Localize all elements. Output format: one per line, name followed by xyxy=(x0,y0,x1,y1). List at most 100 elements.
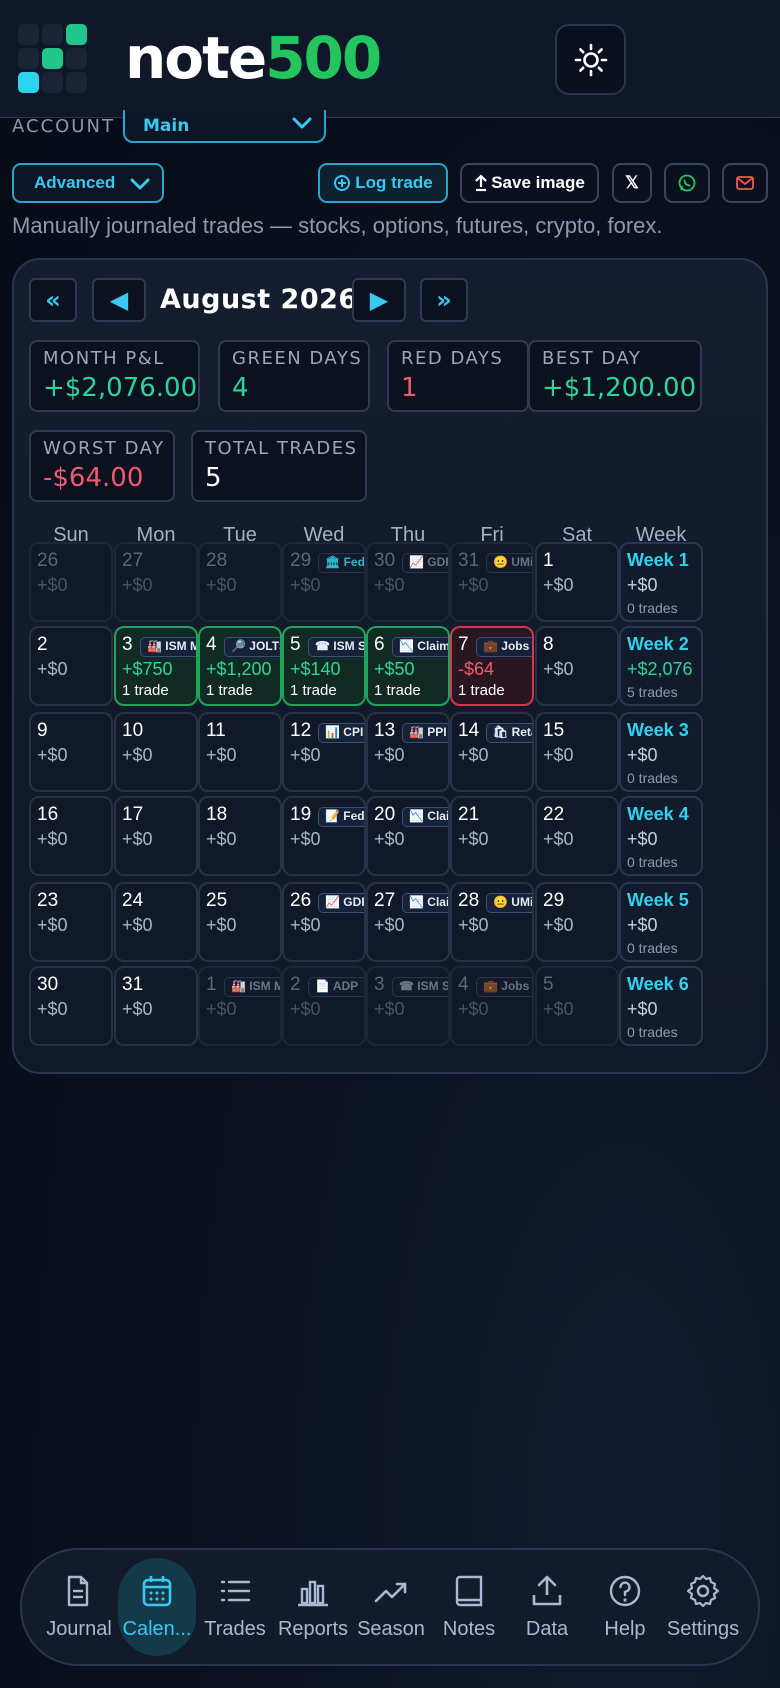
event-badge: 💼 Jobs xyxy=(476,977,532,997)
week-pnl: +$0 xyxy=(627,915,658,935)
day-cell[interactable]: 1 🏭 ISM M +$0 xyxy=(198,966,282,1046)
account-select[interactable]: Main xyxy=(123,110,326,143)
day-pnl: +$0 xyxy=(122,575,153,595)
day-cell[interactable]: 5 +$0 xyxy=(535,966,619,1046)
share-whatsapp-button[interactable] xyxy=(664,163,710,203)
day-cell[interactable]: 23 +$0 xyxy=(29,882,113,962)
theme-toggle-button[interactable] xyxy=(555,24,626,95)
day-cell[interactable]: 14 🛍 Retail+$0 xyxy=(450,712,534,792)
week-summary-cell[interactable]: Week 6 +$0 0 trades xyxy=(619,966,703,1046)
nav-item-season[interactable]: Season xyxy=(352,1558,430,1656)
event-badge: ☎ ISM Sv xyxy=(308,637,364,657)
week-summary-cell[interactable]: Week 2 +$2,076 5 trades xyxy=(619,626,703,706)
day-cell[interactable]: 3 ☎ ISM Sv+$0 xyxy=(366,966,450,1046)
day-cell[interactable]: 8 +$0 xyxy=(535,626,619,706)
day-cell[interactable]: 12 📊 CPI +$0 xyxy=(282,712,366,792)
week-summary-cell[interactable]: Week 4 +$0 0 trades xyxy=(619,796,703,876)
day-number: 19 xyxy=(290,804,312,825)
day-cell[interactable]: 31 +$0 xyxy=(114,966,198,1046)
brand-name-part2: 500 xyxy=(265,24,382,92)
prev-year-button[interactable]: « xyxy=(29,278,77,322)
book-icon xyxy=(451,1572,487,1610)
day-cell[interactable]: 17 +$0 xyxy=(114,796,198,876)
week-summary-cell[interactable]: Week 5 +$0 0 trades xyxy=(619,882,703,962)
day-cell[interactable]: 26 📈 GDP +$0 xyxy=(282,882,366,962)
nav-item-trades[interactable]: Trades xyxy=(196,1558,274,1656)
day-cell[interactable]: 11 +$0 xyxy=(198,712,282,792)
day-number: 24 xyxy=(122,890,144,911)
day-pnl: +$0 xyxy=(290,915,321,935)
day-cell[interactable]: 13 🏭 PPI +$0 xyxy=(366,712,450,792)
day-cell[interactable]: 4 🔎 JOLTS +$1,200 1 trade xyxy=(198,626,282,706)
day-pnl: +$0 xyxy=(37,745,68,765)
prev-month-button[interactable]: ◀ xyxy=(92,278,146,322)
day-cell[interactable]: 24 +$0 xyxy=(114,882,198,962)
day-pnl: +$0 xyxy=(374,999,405,1019)
mail-icon xyxy=(736,176,754,190)
day-cell[interactable]: 29 🏛 Fed +$0 xyxy=(282,542,366,622)
day-cell[interactable]: 19 📝 Fed +$0 xyxy=(282,796,366,876)
week-summary-cell[interactable]: Week 1 +$0 0 trades xyxy=(619,542,703,622)
nav-item-help[interactable]: Help xyxy=(586,1558,664,1656)
mode-select[interactable]: Advanced xyxy=(12,163,164,203)
day-cell[interactable]: 31 😐 UMi +$0 xyxy=(450,542,534,622)
day-cell[interactable]: 27 📉 Clai +$0 xyxy=(366,882,450,962)
chevron-down-icon xyxy=(292,117,312,129)
trend-icon xyxy=(373,1572,409,1610)
nav-item-label: Season xyxy=(357,1618,425,1640)
day-cell[interactable]: 29 +$0 xyxy=(535,882,619,962)
day-cell[interactable]: 27 +$0 xyxy=(114,542,198,622)
day-cell[interactable]: 10 +$0 xyxy=(114,712,198,792)
event-badge: 🏛 Fed xyxy=(318,553,364,573)
day-cell[interactable]: 15 +$0 xyxy=(535,712,619,792)
day-cell[interactable]: 5 ☎ ISM Sv+$140 1 trade xyxy=(282,626,366,706)
share-email-button[interactable] xyxy=(722,163,768,203)
day-cell[interactable]: 2 +$0 xyxy=(29,626,113,706)
day-cell[interactable]: 28 😐 UMi +$0 xyxy=(450,882,534,962)
day-cell[interactable]: 2 📄 ADP +$0 xyxy=(282,966,366,1046)
week-summary-cell[interactable]: Week 3 +$0 0 trades xyxy=(619,712,703,792)
day-cell[interactable]: 4 💼 Jobs +$0 xyxy=(450,966,534,1046)
day-cell[interactable]: 25 +$0 xyxy=(198,882,282,962)
day-cell[interactable]: 1 +$0 xyxy=(535,542,619,622)
day-cell[interactable]: 20 📉 Clai +$0 xyxy=(366,796,450,876)
gear-icon xyxy=(685,1572,721,1610)
share-x-button[interactable]: 𝕏 xyxy=(612,163,652,203)
save-image-button[interactable]: Save image xyxy=(460,163,599,203)
day-pnl: +$0 xyxy=(458,829,489,849)
nav-item-data[interactable]: Data xyxy=(508,1558,586,1656)
day-pnl: +$0 xyxy=(37,575,68,595)
day-number: 27 xyxy=(122,550,144,571)
nav-item-settings[interactable]: Settings xyxy=(664,1558,742,1656)
day-cell[interactable]: 22 +$0 xyxy=(535,796,619,876)
week-label: Week 6 xyxy=(627,974,689,994)
day-cell[interactable]: 21 +$0 xyxy=(450,796,534,876)
log-trade-button[interactable]: Log trade xyxy=(318,163,448,203)
stat-green-days: GREEN DAYS 4 xyxy=(218,340,370,412)
day-cell[interactable]: 9 +$0 xyxy=(29,712,113,792)
day-pnl: +$0 xyxy=(458,575,489,595)
nav-item-journal[interactable]: Journal xyxy=(40,1558,118,1656)
day-cell[interactable]: 16 +$0 xyxy=(29,796,113,876)
day-number: 28 xyxy=(458,890,480,911)
logo-icon xyxy=(18,24,90,96)
next-month-button[interactable]: ▶ xyxy=(352,278,406,322)
nav-item-reports[interactable]: Reports xyxy=(274,1558,352,1656)
stat-label: TOTAL TRADES xyxy=(205,438,358,459)
day-cell[interactable]: 28 +$0 xyxy=(198,542,282,622)
day-cell[interactable]: 7 💼 Jobs -$64 1 trade xyxy=(450,626,534,706)
day-cell[interactable]: 18 +$0 xyxy=(198,796,282,876)
day-cell[interactable]: 3 🏭 ISM M +$750 1 trade xyxy=(114,626,198,706)
day-cell[interactable]: 6 📉 Claims+$50 1 trade xyxy=(366,626,450,706)
next-year-button[interactable]: » xyxy=(420,278,468,322)
nav-item-notes[interactable]: Notes xyxy=(430,1558,508,1656)
day-cell[interactable]: 30 +$0 xyxy=(29,966,113,1046)
day-cell[interactable]: 30 📈 GDP +$0 xyxy=(366,542,450,622)
day-number: 15 xyxy=(543,720,565,741)
event-badge: 😐 UMi xyxy=(486,893,532,913)
day-number: 20 xyxy=(374,804,396,825)
day-cell[interactable]: 26 +$0 xyxy=(29,542,113,622)
day-number: 2 xyxy=(290,974,301,995)
day-number: 22 xyxy=(543,804,565,825)
nav-item-calen[interactable]: Calen... xyxy=(118,1558,196,1656)
